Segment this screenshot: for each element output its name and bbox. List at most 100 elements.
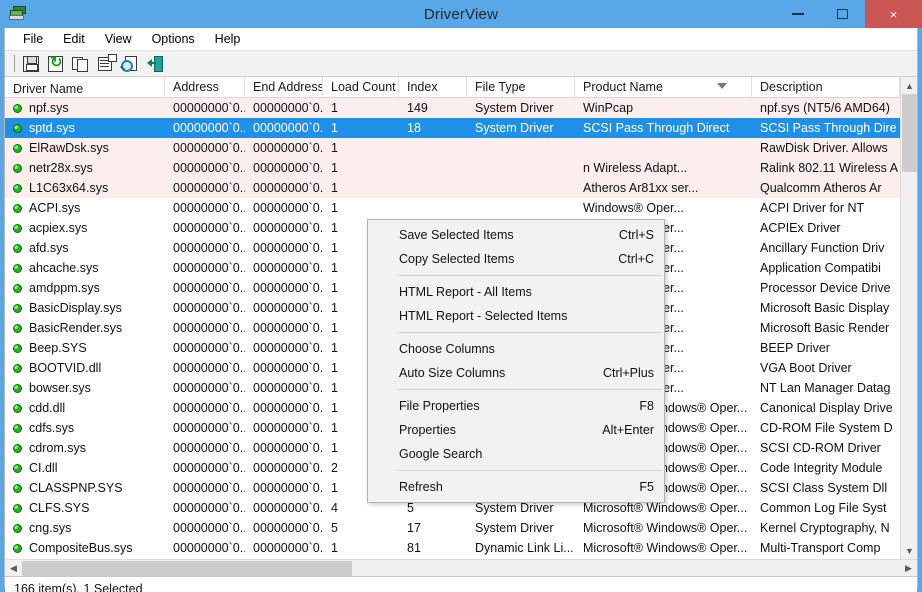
- refresh-button[interactable]: [45, 53, 67, 75]
- column-header-description[interactable]: Description: [752, 77, 900, 98]
- cell-end: 00000000`0...: [253, 121, 323, 135]
- context-menu-item[interactable]: Refresh F5: [368, 475, 664, 499]
- cell-type: System Driver: [475, 121, 554, 135]
- cell-prod: Windows® Oper...: [583, 201, 684, 215]
- context-menu-item[interactable]: Copy Selected Items Ctrl+C: [368, 247, 664, 271]
- table-row[interactable]: ACPI.sys 00000000`0... 00000000`0... 1 Windo…: [5, 198, 917, 218]
- driver-name-label: CLFS.SYS: [29, 501, 90, 515]
- cell-addr: 00000000`0...: [173, 521, 245, 535]
- cell-addr: 00000000`0...: [173, 461, 245, 475]
- table-row[interactable]: netr28x.sys 00000000`0... 00000000`0... 1 n …: [5, 158, 917, 178]
- menu-item-edit[interactable]: Edit: [54, 29, 94, 49]
- context-menu-item[interactable]: Google Search: [368, 442, 664, 466]
- file-properties-button[interactable]: [120, 53, 142, 75]
- title-bar[interactable]: DriverView ×: [0, 0, 922, 28]
- menu-item-view[interactable]: View: [96, 29, 141, 49]
- driver-status-dot-icon: [13, 463, 22, 473]
- context-menu-item[interactable]: Properties Alt+Enter: [368, 418, 664, 442]
- cell-index: 81: [407, 541, 421, 555]
- vertical-scrollbar[interactable]: ▲ ▼: [900, 77, 917, 559]
- column-header-file-type[interactable]: File Type: [467, 77, 575, 98]
- driver-status-dot-icon: [13, 243, 22, 253]
- cell-end: 00000000`0...: [253, 541, 323, 555]
- driver-status-dot-icon: [13, 103, 22, 113]
- cell-desc: VGA Boot Driver: [760, 361, 852, 375]
- driver-name-label: ACPI.sys: [29, 201, 81, 215]
- driver-name-label: npf.sys: [29, 101, 69, 115]
- cell-end: 00000000`0...: [253, 181, 323, 195]
- menu-item-options[interactable]: Options: [143, 29, 204, 49]
- context-menu-item-accelerator: F5: [639, 480, 654, 494]
- cell-desc: RawDisk Driver. Allows: [760, 141, 888, 155]
- save-button[interactable]: [20, 53, 42, 75]
- cell-end: 00000000`0...: [253, 421, 323, 435]
- copy-button[interactable]: [70, 53, 92, 75]
- table-row[interactable]: cng.sys 00000000`0... 00000000`0... 5 17 Syst…: [5, 518, 917, 538]
- status-text: 166 item(s), 1 Selected: [14, 582, 143, 592]
- maximize-button[interactable]: [820, 0, 865, 28]
- menu-item-help[interactable]: Help: [206, 29, 250, 49]
- magnifier-file-icon: [121, 55, 137, 72]
- scroll-right-arrow-icon[interactable]: ▶: [900, 560, 917, 577]
- table-row[interactable]: CompositeBus.sys 00000000`0... 00000000`0.…: [5, 538, 917, 558]
- horizontal-scroll-thumb[interactable]: [22, 561, 352, 576]
- context-menu-item[interactable]: File Properties F8: [368, 394, 664, 418]
- table-row[interactable]: L1C63x64.sys 00000000`0... 00000000`0... 1 A…: [5, 178, 917, 198]
- scroll-left-arrow-icon[interactable]: ◀: [5, 560, 22, 577]
- context-menu-item[interactable]: Save Selected Items Ctrl+S: [368, 223, 664, 247]
- cell-desc: Multi-Transport Comp: [760, 541, 881, 555]
- cell-end: 00000000`0...: [253, 521, 323, 535]
- column-header-end-address[interactable]: End Address: [245, 77, 323, 98]
- driver-status-dot-icon: [13, 263, 22, 273]
- menu-item-file[interactable]: File: [14, 29, 52, 49]
- scroll-up-arrow-icon[interactable]: ▲: [901, 77, 917, 94]
- driver-status-dot-icon: [13, 503, 22, 513]
- cell-name: BasicRender.sys: [5, 321, 165, 335]
- context-menu-item[interactable]: HTML Report - Selected Items: [368, 304, 664, 328]
- scroll-down-arrow-icon[interactable]: ▼: [901, 542, 917, 559]
- cell-addr: 00000000`0...: [173, 241, 245, 255]
- cell-load: 1: [331, 541, 338, 555]
- table-row[interactable]: npf.sys 00000000`0... 00000000`0... 1 149 Sys…: [5, 98, 917, 118]
- cell-desc: CD-ROM File System D: [760, 421, 893, 435]
- cell-addr: 00000000`0...: [173, 501, 245, 515]
- cell-end: 00000000`0...: [253, 201, 323, 215]
- table-row[interactable]: sptd.sys 00000000`0... 00000000`0... 1 18 Sys…: [5, 118, 917, 138]
- cell-desc: Microsoft Basic Display: [760, 301, 890, 315]
- context-menu-item-accelerator: F8: [639, 399, 654, 413]
- context-menu-separator: [397, 389, 662, 390]
- driver-name-label: CompositeBus.sys: [29, 541, 133, 555]
- cell-end: 00000000`0...: [253, 101, 323, 115]
- cell-desc: Microsoft Basic Render: [760, 321, 890, 335]
- column-header-index[interactable]: Index: [399, 77, 467, 98]
- properties-button[interactable]: [95, 53, 117, 75]
- cell-prod: SCSI Pass Through Direct: [583, 121, 730, 135]
- close-button[interactable]: ×: [865, 0, 922, 28]
- context-menu-item[interactable]: HTML Report - All Items: [368, 280, 664, 304]
- cell-end: 00000000`0...: [253, 441, 323, 455]
- context-menu-item[interactable]: Choose Columns: [368, 337, 664, 361]
- cell-desc: npf.sys (NT5/6 AMD64): [760, 101, 890, 115]
- cell-load: 1: [331, 201, 338, 215]
- exit-button[interactable]: [145, 53, 167, 75]
- driver-status-dot-icon: [13, 543, 22, 553]
- driver-status-dot-icon: [13, 283, 22, 293]
- horizontal-scrollbar[interactable]: ◀ ▶: [5, 559, 917, 576]
- toolbar: [5, 51, 917, 77]
- cell-prod: Atheros Ar81xx ser...: [583, 181, 699, 195]
- cell-name: bowser.sys: [5, 381, 165, 395]
- column-header-address[interactable]: Address: [165, 77, 245, 98]
- cell-desc: ACPIEx Driver: [760, 221, 841, 235]
- table-row[interactable]: ElRawDsk.sys 00000000`0... 00000000`0... 1 R…: [5, 138, 917, 158]
- driver-status-dot-icon: [13, 303, 22, 313]
- cell-addr: 00000000`0...: [173, 101, 245, 115]
- driver-status-dot-icon: [13, 423, 22, 433]
- cell-desc: Processor Device Drive: [760, 281, 891, 295]
- vertical-scroll-thumb[interactable]: [902, 94, 917, 172]
- minimize-button[interactable]: [775, 0, 820, 28]
- driver-status-dot-icon: [13, 383, 22, 393]
- column-header-load-count[interactable]: Load Count: [323, 77, 399, 98]
- column-header-driver-name[interactable]: Driver Name: [5, 77, 165, 98]
- context-menu-item[interactable]: Auto Size Columns Ctrl+Plus: [368, 361, 664, 385]
- column-header-product-name[interactable]: Product Name: [575, 77, 752, 98]
